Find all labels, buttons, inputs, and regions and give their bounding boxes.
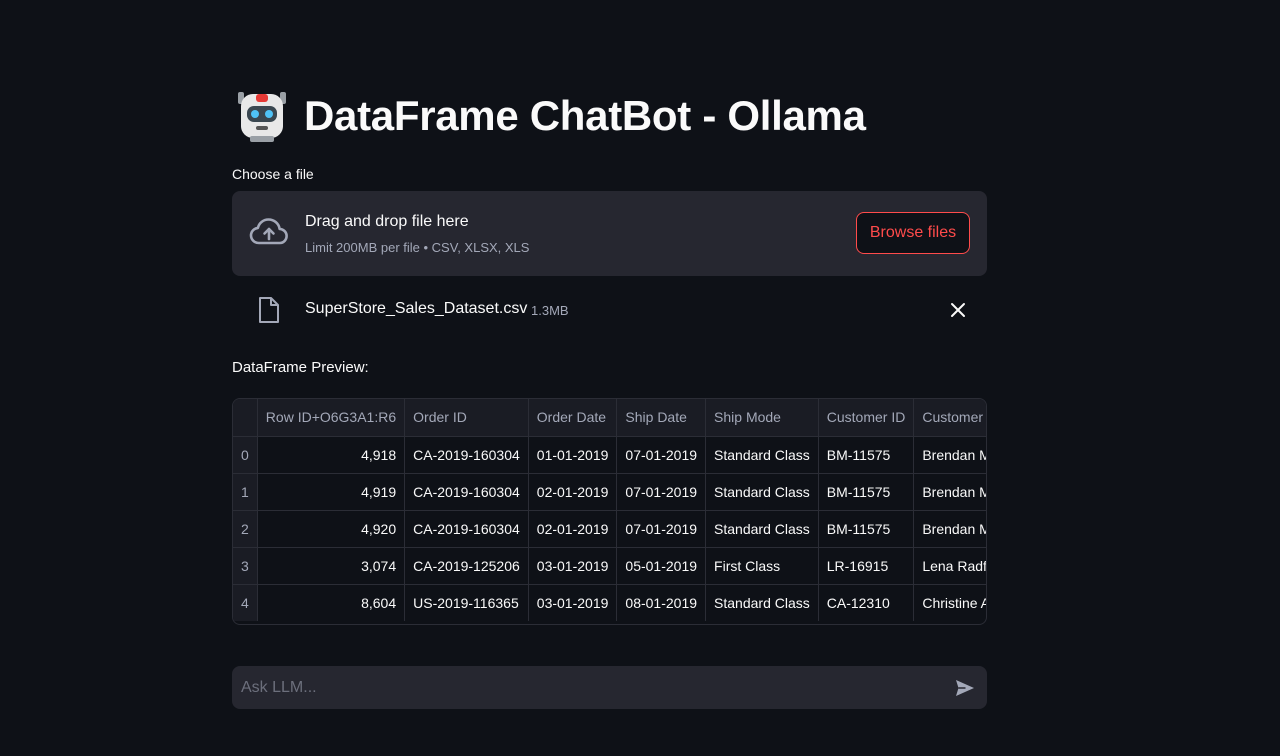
table-cell[interactable]: 07-01-2019 [616,510,707,548]
table-cell[interactable]: LR-16915 [818,547,915,585]
table-cell[interactable]: BM-11575 [818,473,915,511]
column-header[interactable]: Customer ID [818,399,915,437]
column-header[interactable]: Order ID [404,399,529,437]
preview-label: DataFrame Preview: [232,359,369,376]
table-cell[interactable]: US-2019-116365 [404,584,529,621]
table-row: 3 3,074 CA-2019-125206 03-01-2019 05-01-… [233,547,986,585]
table-cell[interactable]: Standard Class [705,584,819,621]
table-cell[interactable]: Standard Class [705,510,819,548]
app-root: DataFrame ChatBot - Ollama Choose a file… [0,0,1280,756]
table-cell[interactable]: CA-2019-160304 [404,510,529,548]
chat-input-container [232,666,987,709]
send-icon[interactable] [955,678,975,698]
table-cell[interactable]: 07-01-2019 [616,473,707,511]
chat-input[interactable] [232,666,932,709]
row-index: 3 [233,547,258,585]
column-header[interactable]: Order Date [528,399,618,437]
page-title: DataFrame ChatBot - Ollama [304,92,866,139]
table-cell[interactable]: 08-01-2019 [616,584,707,621]
table-cell[interactable]: Standard Class [705,473,819,511]
row-index: 0 [233,436,258,474]
table-row: 0 4,918 CA-2019-160304 01-01-2019 07-01-… [233,436,986,474]
close-icon[interactable] [949,301,967,319]
table-cell[interactable]: 01-01-2019 [528,436,618,474]
robot-face-icon [238,92,286,142]
table-cell[interactable]: Brendan Murry [913,510,986,548]
table-cell[interactable]: 8,604 [257,584,406,621]
uploaded-file-name: SuperStore_Sales_Dataset.csv [305,300,528,317]
table-cell[interactable]: 4,920 [257,510,406,548]
uploaded-file-item: SuperStore_Sales_Dataset.csv 1.3MB [232,292,987,328]
uploaded-file-size: 1.3MB [531,303,569,318]
table-cell[interactable]: BM-11575 [818,436,915,474]
column-header[interactable]: Ship Mode [705,399,819,437]
table-cell[interactable]: 02-01-2019 [528,510,618,548]
table-cell[interactable]: 03-01-2019 [528,547,618,585]
table-cell[interactable]: 3,074 [257,547,406,585]
table-cell[interactable]: 4,918 [257,436,406,474]
table-cell[interactable]: Brendan Murry [913,436,986,474]
table-cell[interactable]: 4,919 [257,473,406,511]
table-cell[interactable]: BM-11575 [818,510,915,548]
table-cell[interactable]: CA-2019-125206 [404,547,529,585]
column-header[interactable]: Ship Date [616,399,707,437]
table-cell[interactable]: First Class [705,547,819,585]
table-cell[interactable]: Lena Radford [913,547,986,585]
file-uploader-label: Choose a file [232,166,314,182]
row-index: 1 [233,473,258,511]
table-cell[interactable]: Brendan Murry [913,473,986,511]
table-cell[interactable]: Standard Class [705,436,819,474]
column-header[interactable]: Customer Name [913,399,986,437]
row-index: 4 [233,584,258,621]
row-index: 2 [233,510,258,548]
dataframe-table: Row ID+O6G3A1:R6 Order ID Order Date Shi… [233,399,986,621]
column-header[interactable]: Row ID+O6G3A1:R6 [257,399,406,437]
table-cell[interactable]: Christine Abelman [913,584,986,621]
dropzone-title: Drag and drop file here [305,213,469,230]
file-dropzone[interactable]: Drag and drop file here Limit 200MB per … [232,191,987,276]
dropzone-limits: Limit 200MB per file • CSV, XLSX, XLS [305,240,530,255]
browse-files-button[interactable]: Browse files [856,212,970,254]
table-row: 4 8,604 US-2019-116365 03-01-2019 08-01-… [233,584,986,621]
table-row: 2 4,920 CA-2019-160304 02-01-2019 07-01-… [233,510,986,548]
table-cell[interactable]: CA-12310 [818,584,915,621]
file-icon [259,297,279,323]
page-header: DataFrame ChatBot - Ollama [236,88,866,144]
table-cell[interactable]: CA-2019-160304 [404,473,529,511]
table-cell[interactable]: 03-01-2019 [528,584,618,621]
table-cell[interactable]: 07-01-2019 [616,436,707,474]
table-row: 1 4,919 CA-2019-160304 02-01-2019 07-01-… [233,473,986,511]
cloud-upload-icon [249,218,288,245]
column-header[interactable] [233,399,258,437]
dataframe-preview[interactable]: Row ID+O6G3A1:R6 Order ID Order Date Shi… [232,398,987,625]
table-cell[interactable]: 05-01-2019 [616,547,707,585]
table-cell[interactable]: 02-01-2019 [528,473,618,511]
table-cell[interactable]: CA-2019-160304 [404,436,529,474]
table-header-row: Row ID+O6G3A1:R6 Order ID Order Date Shi… [233,399,986,437]
